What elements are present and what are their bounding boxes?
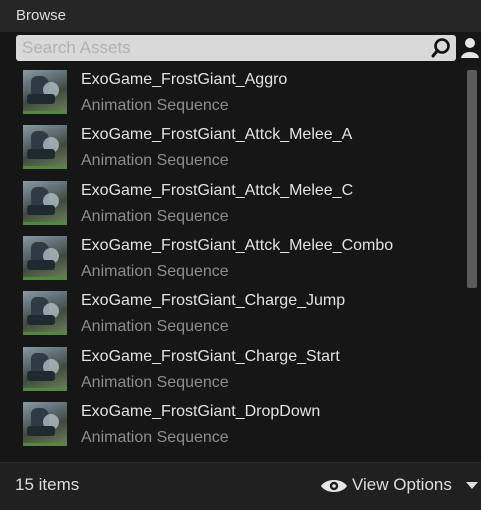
asset-type: Animation Sequence: [81, 97, 229, 114]
content-browser-panel: Browse ExoGame_FrostGiant_Aggro Animation…: [0, 0, 481, 510]
asset-thumbnail: [23, 180, 67, 225]
scrollbar[interactable]: [464, 66, 480, 462]
asset-list: ExoGame_FrostGiant_Aggro Animation Sequen…: [0, 66, 462, 462]
view-options-button[interactable]: View Options: [320, 473, 480, 499]
asset-list-item[interactable]: ExoGame_FrostGiant_Attck_Melee_A Animatio…: [0, 121, 462, 176]
asset-name: ExoGame_FrostGiant_Charge_Start: [81, 347, 340, 365]
asset-thumbnail: [23, 125, 67, 170]
asset-list-item[interactable]: ExoGame_FrostGiant_Charge_Start Animation…: [0, 343, 462, 398]
item-count: 15 items: [15, 475, 80, 494]
asset-thumbnail: [23, 291, 67, 336]
view-options-label: View Options: [352, 475, 452, 494]
asset-type: Animation Sequence: [81, 152, 229, 170]
eye-icon: [321, 480, 347, 492]
asset-type: Animation Sequence: [81, 318, 229, 336]
asset-type: Animation Sequence: [81, 428, 229, 446]
asset-name: ExoGame_FrostGiant_Aggro: [81, 71, 288, 88]
search-icon[interactable]: [430, 37, 452, 59]
asset-list-item[interactable]: ExoGame_FrostGiant_Attck_Melee_C Animatio…: [0, 177, 462, 232]
footer-bar: 15 items View Options: [0, 462, 481, 510]
asset-list-item[interactable]: ExoGame_FrostGiant_DropDown Animation Seq…: [0, 398, 462, 453]
asset-thumbnail: [23, 235, 67, 280]
panel-title: Browse: [16, 7, 67, 24]
asset-name: ExoGame_FrostGiant_Attck_Melee_Combo: [81, 236, 394, 254]
asset-type: Animation Sequence: [81, 262, 229, 280]
asset-type: Animation Sequence: [81, 373, 229, 391]
asset-name: ExoGame_FrostGiant_Charge_Jump: [81, 292, 346, 310]
search-input[interactable]: [22, 37, 422, 59]
asset-type: Animation Sequence: [81, 207, 229, 225]
asset-thumbnail: [23, 401, 67, 446]
asset-list-item[interactable]: ExoGame_FrostGiant_Attck_Melee_Combo Anim…: [0, 232, 462, 287]
asset-list-item[interactable]: ExoGame_FrostGiant_Charge_Jump Animation …: [0, 287, 462, 342]
caret-down-icon: [466, 482, 478, 489]
asset-list-item[interactable]: ExoGame_FrostGiant_Aggro Animation Sequen…: [0, 66, 462, 121]
search-bar[interactable]: [16, 35, 456, 61]
asset-name: ExoGame_FrostGiant_DropDown: [81, 402, 321, 420]
asset-thumbnail: [23, 70, 67, 114]
user-icon[interactable]: [460, 36, 480, 60]
asset-thumbnail: [23, 346, 67, 391]
panel-header: Browse: [0, 0, 481, 32]
asset-name: ExoGame_FrostGiant_Attck_Melee_A: [81, 126, 353, 144]
scrollbar-thumb[interactable]: [467, 70, 477, 288]
asset-name: ExoGame_FrostGiant_Attck_Melee_C: [81, 181, 354, 199]
